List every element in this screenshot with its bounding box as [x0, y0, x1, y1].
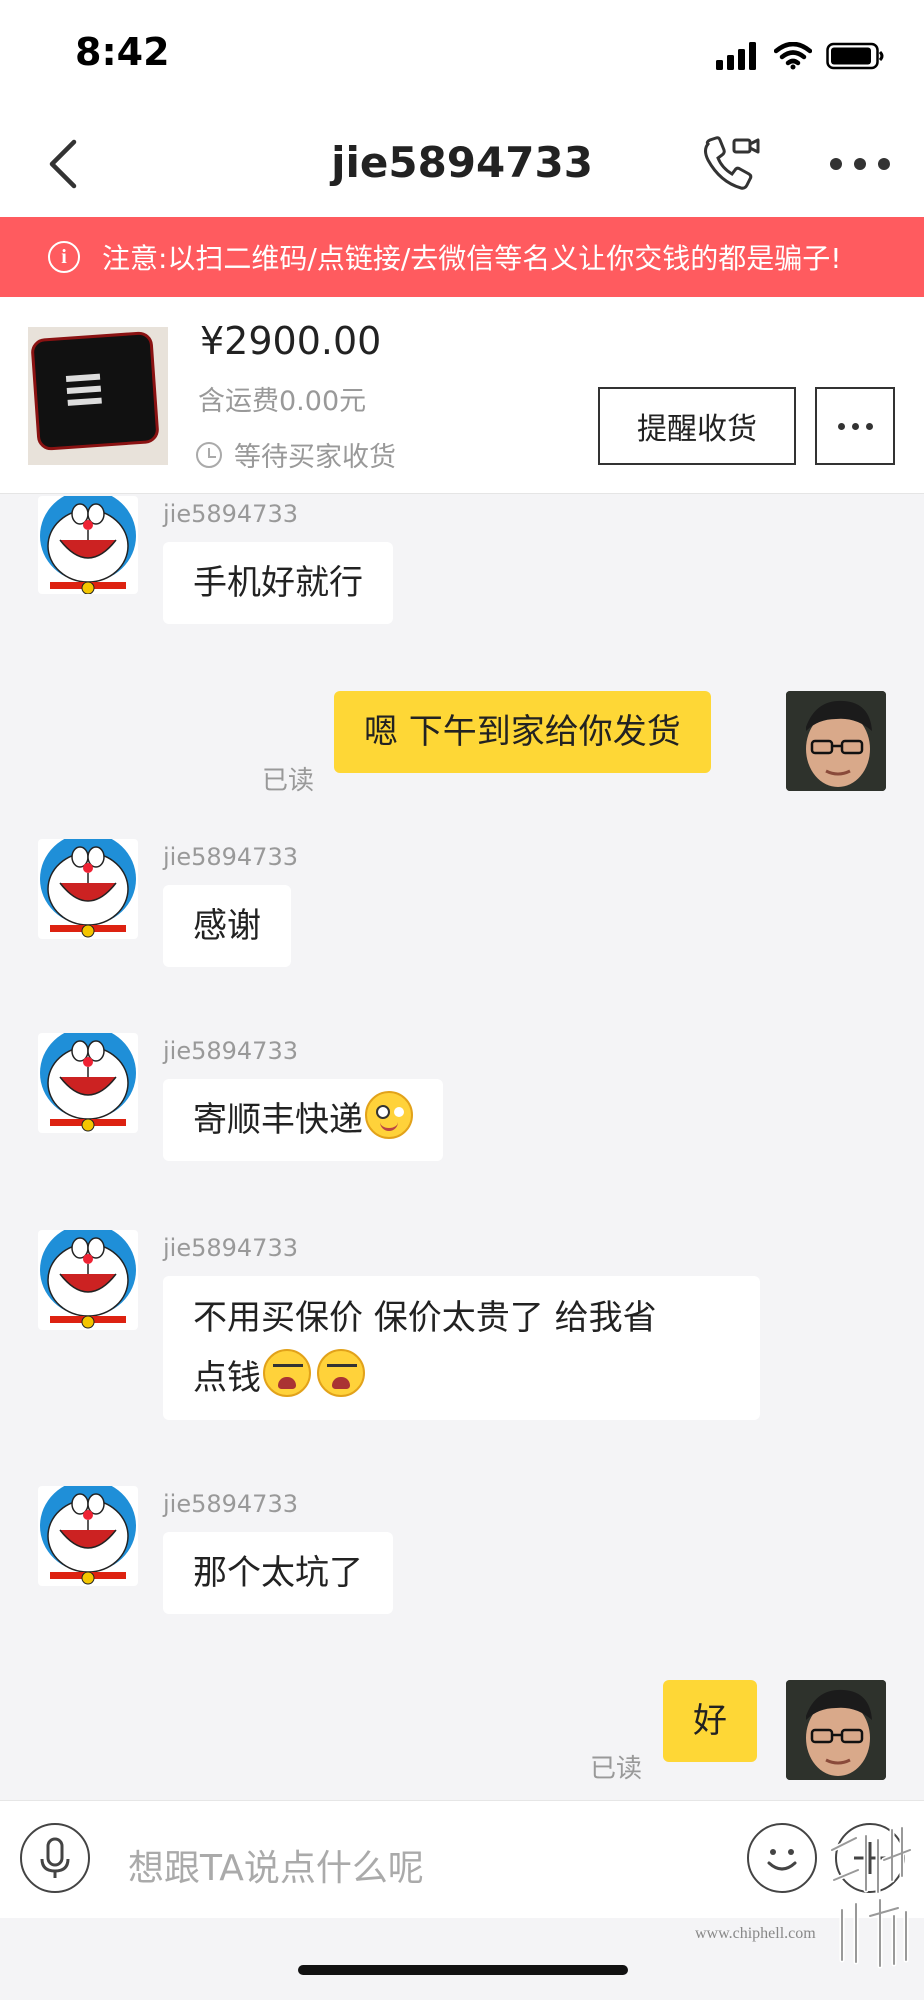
avatar[interactable]: [38, 1486, 138, 1586]
message-bubble[interactable]: 寄顺丰快递: [163, 1079, 443, 1161]
my-message-bubble[interactable]: 嗯 下午到家给你发货: [334, 691, 711, 773]
message-bubble[interactable]: 不用买保价 保价太贵了 给我省 点钱: [163, 1276, 760, 1420]
message-text: 点钱: [193, 1358, 261, 1398]
avatar[interactable]: [38, 1033, 138, 1133]
doraemon-avatar-icon: [40, 839, 136, 938]
sender-name: jie5894733: [163, 843, 298, 871]
doraemon-avatar-icon: [40, 1486, 136, 1585]
wifi-icon: [774, 42, 812, 70]
more-options-icon[interactable]: [830, 154, 890, 174]
message-text: 寄顺丰快递: [193, 1100, 363, 1140]
read-receipt: 已读: [262, 766, 315, 796]
smile-emoji-icon: [365, 1091, 413, 1139]
avatar[interactable]: [38, 496, 138, 594]
doraemon-avatar-icon: [40, 1230, 136, 1329]
crying-emoji-icon: [317, 1349, 365, 1397]
message-bubble[interactable]: 感谢: [163, 885, 291, 967]
my-message-bubble[interactable]: 好: [663, 1680, 757, 1762]
warning-text: 注意:以扫二维码/点链接/去微信等名义让你交钱的都是骗子!: [102, 242, 842, 275]
emoji-button[interactable]: [747, 1823, 817, 1893]
clock-icon: [196, 441, 222, 468]
product-price: ¥2900.00: [200, 319, 382, 363]
message-composer: 想跟TA说点什么呢: [0, 1800, 924, 1918]
status-time: 8:42: [75, 30, 170, 74]
phone-call-icon[interactable]: [700, 134, 762, 192]
order-status-text: 等待买家收货: [234, 442, 396, 473]
crying-emoji-icon: [263, 1349, 311, 1397]
message-input[interactable]: 想跟TA说点什么呢: [128, 1839, 424, 1891]
avatar[interactable]: [38, 839, 138, 939]
message-bubble[interactable]: 那个太坑了: [163, 1532, 393, 1614]
phone-image: [30, 330, 160, 452]
message-line: 不用买保价 保价太贵了 给我省: [193, 1298, 657, 1338]
dot-icon: [854, 158, 866, 170]
chat-header: jie5894733: [0, 110, 924, 217]
message-bubble[interactable]: 手机好就行: [163, 542, 393, 624]
doraemon-avatar-icon: [40, 496, 136, 594]
remind-receipt-button[interactable]: 提醒收货: [598, 387, 796, 465]
avatar[interactable]: [38, 1230, 138, 1330]
status-bar: 8:42: [0, 0, 924, 110]
chiphell-watermark-logo: [829, 1825, 913, 1969]
dot-icon: [851, 422, 859, 430]
my-avatar[interactable]: [786, 1680, 886, 1780]
microphone-icon: [40, 1837, 70, 1878]
info-icon: i: [48, 241, 80, 273]
read-receipt: 已读: [590, 1754, 643, 1784]
scam-warning-banner: i 注意:以扫二维码/点链接/去微信等名义让你交钱的都是骗子!: [0, 217, 924, 297]
order-more-button[interactable]: [815, 387, 895, 465]
voice-input-button[interactable]: [20, 1823, 90, 1893]
signal-icon: [716, 42, 756, 70]
watermark-site: www.chiphell.com: [695, 1925, 816, 1942]
user-photo-icon: [786, 1680, 886, 1780]
shipping-fee: 含运费0.00元: [198, 386, 367, 417]
dot-icon: [878, 158, 890, 170]
status-icons: [716, 42, 886, 70]
home-indicator[interactable]: [298, 1965, 628, 1975]
user-photo-icon: [786, 691, 886, 791]
sender-name: jie5894733: [163, 1037, 298, 1065]
sender-name: jie5894733: [163, 1490, 298, 1518]
sender-name: jie5894733: [163, 500, 298, 528]
chat-title: jie5894733: [331, 138, 593, 187]
dot-icon: [830, 158, 842, 170]
message-line: 点钱: [193, 1348, 730, 1408]
smiley-icon: [767, 1849, 797, 1871]
sender-name: jie5894733: [163, 1234, 298, 1262]
battery-icon: [826, 42, 884, 70]
order-status: 等待买家收货: [196, 435, 396, 474]
doraemon-avatar-icon: [40, 1033, 136, 1132]
product-image[interactable]: [28, 327, 168, 465]
product-card[interactable]: ¥2900.00 含运费0.00元 等待买家收货 提醒收货: [0, 297, 924, 494]
dot-icon: [837, 422, 845, 430]
dot-icon: [865, 422, 873, 430]
my-avatar[interactable]: [786, 691, 886, 791]
